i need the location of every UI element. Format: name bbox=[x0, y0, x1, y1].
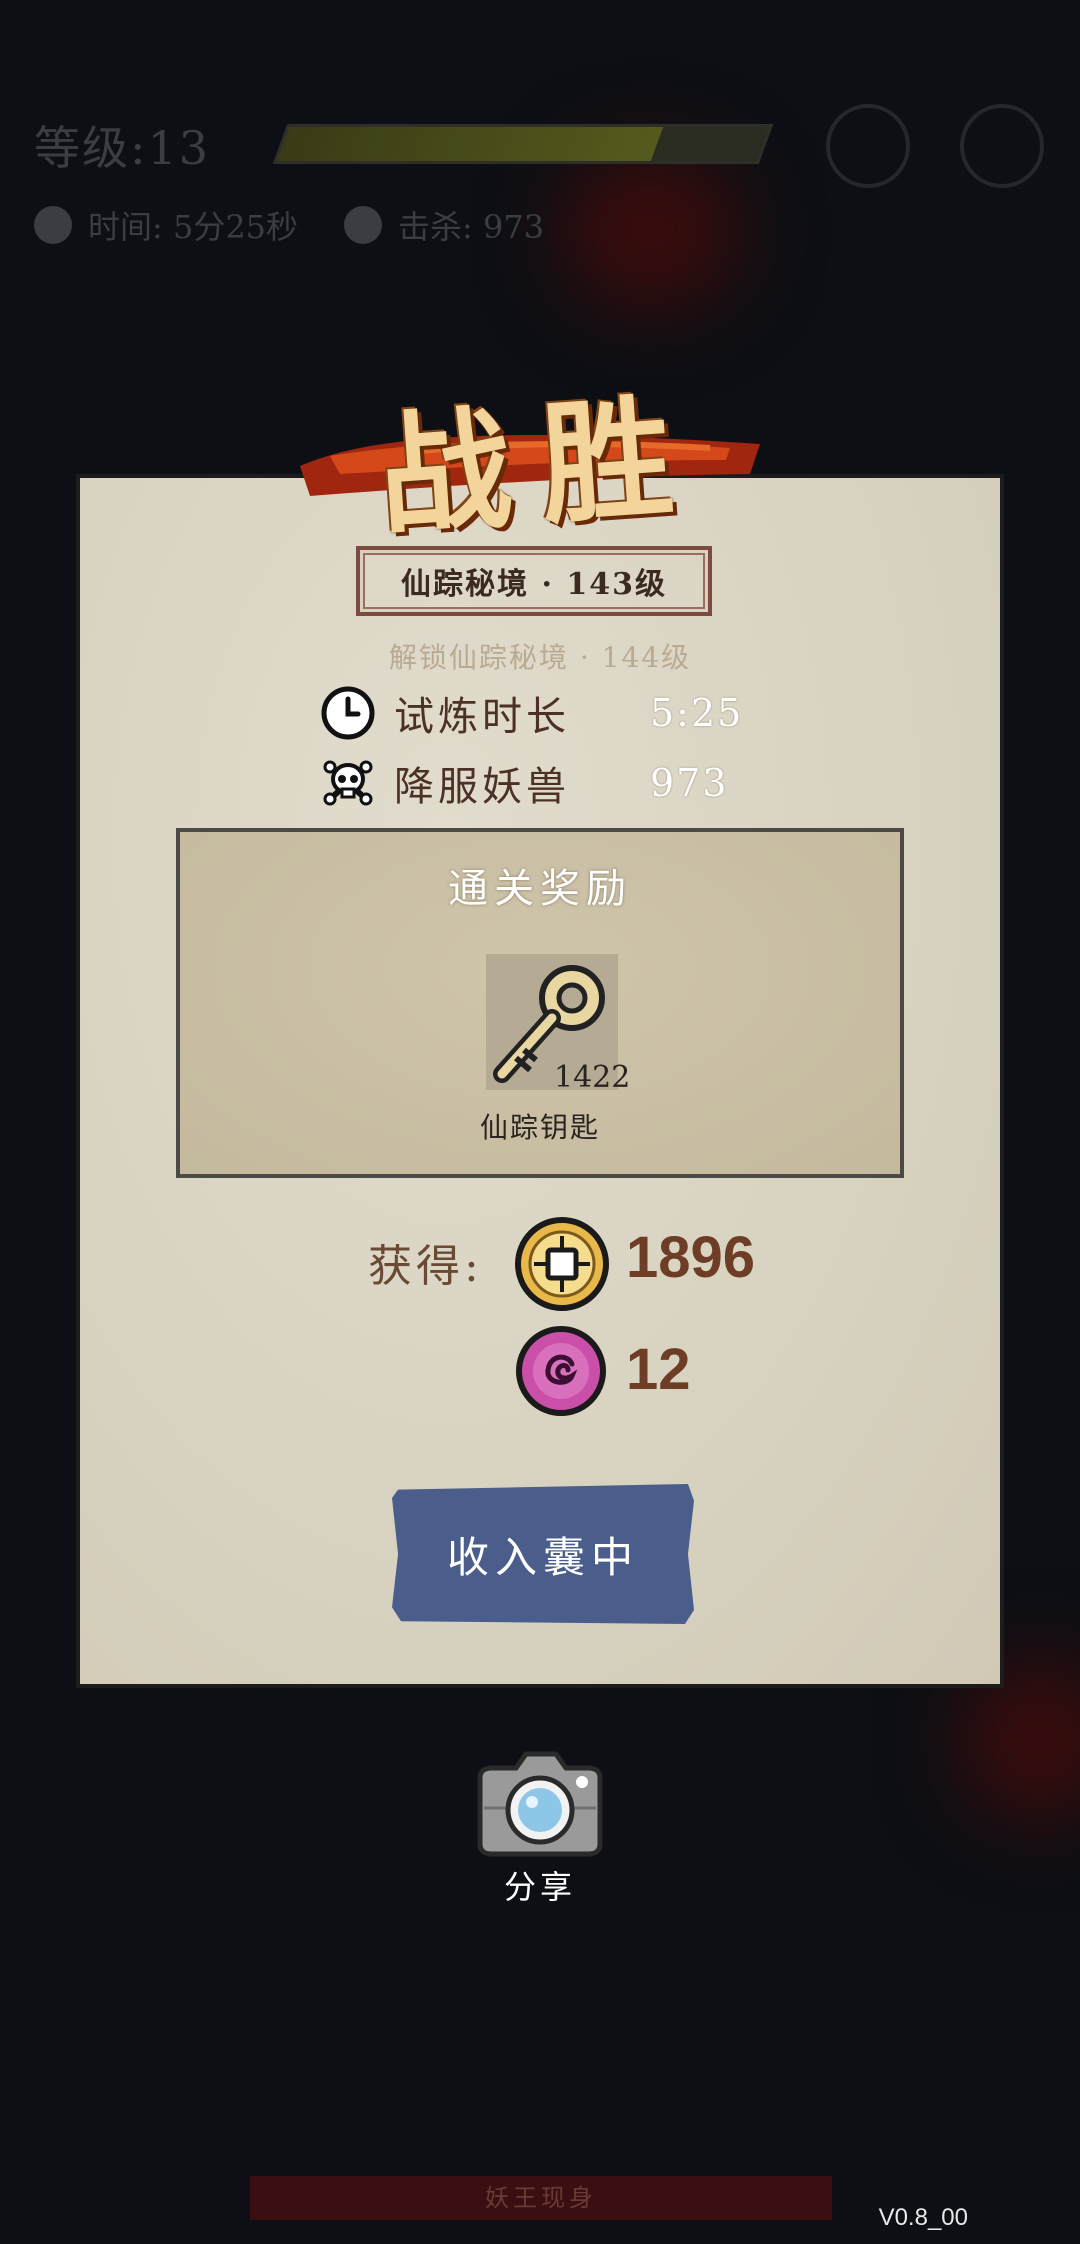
stage-label: 仙踪秘境 · 143级 bbox=[356, 546, 712, 616]
collect-button[interactable]: 收入囊中 bbox=[392, 1484, 694, 1624]
hud-pause-icon bbox=[826, 104, 910, 188]
reward-title: 通关奖励 bbox=[448, 866, 632, 912]
camera-icon bbox=[477, 1751, 603, 1857]
stat-label: 降服妖兽 bbox=[394, 764, 570, 810]
gain-gems: 12 bbox=[626, 1337, 691, 1402]
hud-skull-icon bbox=[344, 206, 383, 244]
hud-exp-bar bbox=[272, 124, 774, 164]
version-label: V0.8_00 bbox=[878, 2204, 968, 2231]
hud-kills: 击杀: 973 bbox=[398, 208, 545, 246]
hud-time: 时间: 5分25秒 bbox=[88, 208, 299, 246]
boss-warning-bar: 妖王现身 bbox=[250, 2176, 832, 2220]
gem-icon bbox=[516, 1326, 606, 1416]
stat-label: 试炼时长 bbox=[394, 694, 570, 740]
hud-gear-icon bbox=[960, 104, 1044, 188]
stat-trial-time: 试炼时长 5:25 bbox=[320, 684, 741, 742]
reward-box: 通关奖励 1422 仙踪钥匙 bbox=[176, 828, 904, 1178]
skull-icon bbox=[323, 760, 373, 806]
gain-label: 获得: bbox=[368, 1241, 483, 1292]
hud-level: 等级:13 bbox=[34, 121, 211, 175]
stat-value: 5:25 bbox=[650, 691, 744, 735]
share-label: 分享 bbox=[503, 1868, 576, 1906]
hud-clock-icon bbox=[34, 206, 72, 244]
coin-icon bbox=[515, 1217, 609, 1311]
gain-coins: 1896 bbox=[626, 1225, 756, 1290]
background-glow bbox=[560, 150, 740, 310]
clock-icon bbox=[321, 686, 375, 740]
reward-item-count: 1422 bbox=[554, 1060, 631, 1095]
share-button[interactable]: 分享 bbox=[470, 1748, 610, 1908]
hud-exp-fill bbox=[276, 127, 664, 161]
unlock-hint: 解锁仙踪秘境 · 144级 bbox=[388, 641, 692, 674]
hud-stats-row: 时间: 5分25秒 击杀: 973 bbox=[34, 202, 544, 248]
reward-item-name: 仙踪钥匙 bbox=[479, 1111, 600, 1144]
stat-value: 973 bbox=[650, 761, 729, 805]
stat-kills: 降服妖兽 973 bbox=[320, 754, 727, 812]
